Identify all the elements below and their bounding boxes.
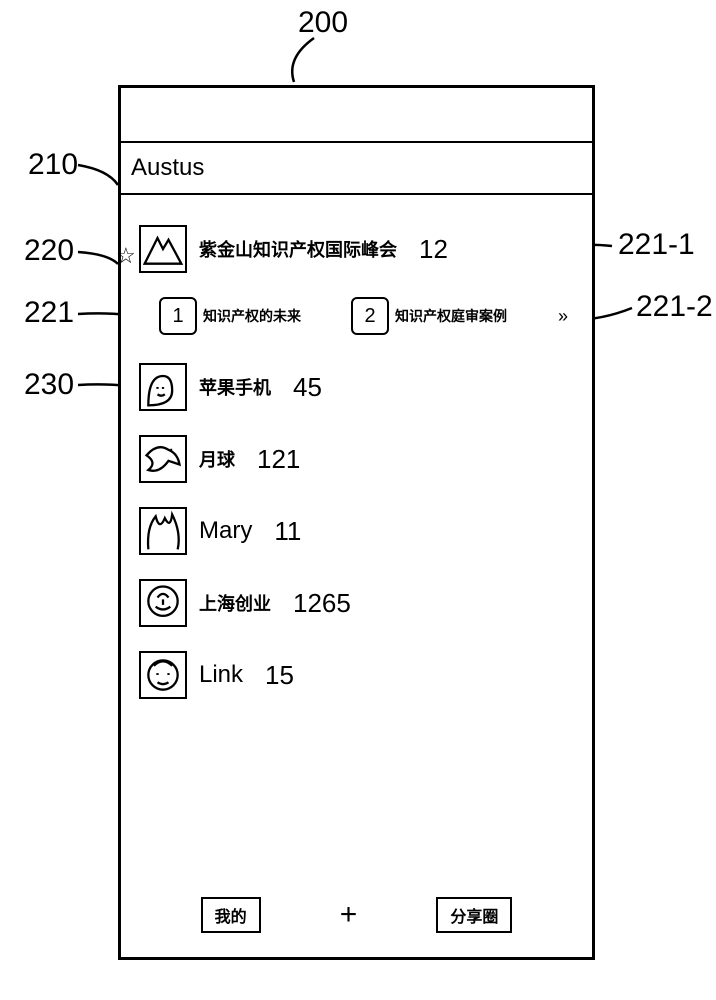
status-bar	[121, 88, 592, 143]
flame-icon	[139, 507, 187, 555]
chevron-right-icon[interactable]: »	[558, 306, 568, 327]
featured-count: 12	[419, 234, 448, 265]
sub-label-2: 知识产权庭审案例	[395, 306, 507, 326]
sub-items-row: 1 知识产权的未来 2 知识产权庭审案例 »	[159, 297, 574, 335]
sub-item-2[interactable]: 2 知识产权庭审案例	[351, 297, 507, 335]
sub-box-2: 2	[351, 297, 389, 335]
list-item[interactable]: 苹果手机 45	[139, 363, 574, 411]
row-count: 11	[274, 516, 301, 547]
sub-item-1[interactable]: 1 知识产权的未来	[159, 297, 301, 335]
profile-icon	[139, 579, 187, 627]
callout-210: 210	[28, 148, 78, 182]
callout-221: 221	[24, 296, 74, 330]
mountain-icon	[139, 225, 187, 273]
baby-icon	[139, 651, 187, 699]
featured-row[interactable]: 紫金山知识产权国际峰会 12	[139, 225, 574, 273]
callout-221-2: 221-2	[636, 290, 713, 324]
callout-230: 230	[24, 368, 74, 402]
row-label: 月球	[199, 446, 235, 472]
bird-icon	[139, 435, 187, 483]
list-item[interactable]: Link 15	[139, 651, 574, 699]
row-count: 15	[265, 660, 294, 691]
page-title: Austus	[131, 154, 204, 182]
bottom-bar: 我的 + 分享圈	[121, 897, 592, 933]
row-count: 45	[293, 372, 322, 403]
device-frame: Austus ☆ 紫金山知识产权国际峰会 12 1 知识产权的未来 2 知识产权…	[118, 85, 595, 960]
add-button[interactable]: +	[340, 900, 358, 930]
title-bar: Austus	[121, 143, 592, 195]
row-label: 苹果手机	[199, 374, 271, 400]
row-label: 上海创业	[199, 590, 271, 616]
sub-label-1: 知识产权的未来	[203, 306, 301, 326]
list-item[interactable]: 上海创业 1265	[139, 579, 574, 627]
featured-label: 紫金山知识产权国际峰会	[199, 236, 397, 262]
list-item[interactable]: Mary 11	[139, 507, 574, 555]
sub-box-1: 1	[159, 297, 197, 335]
row-count: 121	[257, 444, 300, 475]
row-label: Mary	[199, 517, 252, 545]
callout-200: 200	[298, 6, 348, 40]
share-button[interactable]: 分享圈	[436, 897, 512, 933]
callout-221-1: 221-1	[618, 228, 695, 262]
callout-220: 220	[24, 234, 74, 268]
content-area: ☆ 紫金山知识产权国际峰会 12 1 知识产权的未来 2 知识产权庭审案例 »	[121, 195, 592, 699]
row-count: 1265	[293, 588, 351, 619]
face-icon	[139, 363, 187, 411]
star-icon: ☆	[116, 243, 136, 269]
list-item[interactable]: 月球 121	[139, 435, 574, 483]
row-label: Link	[199, 661, 243, 689]
my-button[interactable]: 我的	[201, 897, 261, 933]
